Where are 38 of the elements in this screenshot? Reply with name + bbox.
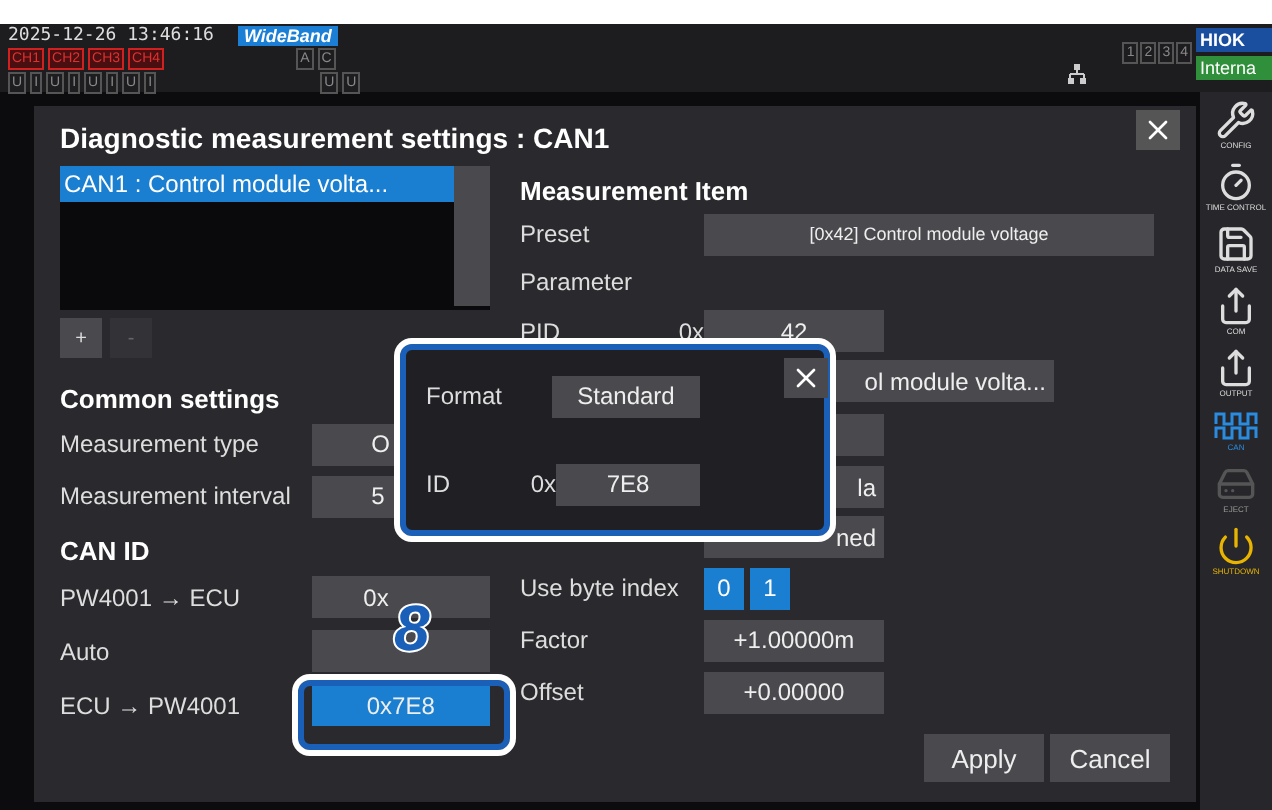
apply-button[interactable]: Apply — [924, 734, 1044, 782]
mode-label: WideBand — [237, 26, 338, 46]
preset-field[interactable]: [0x42] Control module voltage — [704, 213, 1154, 255]
field-label: Format — [426, 382, 505, 410]
source-label: Interna — [1196, 56, 1272, 80]
section-heading: Common settings — [60, 382, 280, 418]
network-icon — [1068, 64, 1087, 84]
close-button[interactable] — [1136, 110, 1180, 150]
field-label: ID — [426, 470, 452, 498]
field-label: Parameter — [520, 268, 635, 296]
section-heading: Measurement Item — [520, 174, 749, 210]
field-label: PW4001 → ECU — [60, 583, 243, 611]
section-heading: CAN ID — [60, 534, 150, 570]
id-field[interactable]: 7E8 — [556, 463, 700, 505]
format-field[interactable]: Standard — [552, 375, 700, 417]
field-label: Auto — [60, 637, 112, 665]
field-label: Measurement interval — [60, 482, 293, 510]
value-field[interactable]: +0.00000 — [704, 671, 884, 713]
scrollbar[interactable] — [454, 166, 490, 306]
byte-toggle[interactable]: 1 — [750, 567, 790, 609]
dialog-title: Diagnostic measurement settings : CAN1 — [60, 122, 610, 158]
wave-icon — [1214, 410, 1258, 442]
cancel-button[interactable]: Cancel — [1050, 734, 1170, 782]
add-button[interactable]: + — [60, 318, 102, 358]
field-label: Measurement type — [60, 430, 261, 458]
date-time: 2025-12-26 13:46:16 — [8, 26, 214, 46]
byte-toggle[interactable]: 0 — [704, 567, 744, 609]
value-field[interactable]: +1.00000m — [704, 619, 884, 661]
value-field[interactable]: 0x7E8 — [311, 684, 490, 726]
hex-prefix: 0x — [528, 470, 556, 498]
field-label: Preset — [520, 220, 592, 248]
close-button[interactable] — [784, 358, 828, 398]
brand-logo: HIOK — [1196, 28, 1272, 52]
field-label: Factor — [520, 626, 591, 654]
field-label: ECU → PW4001 — [60, 691, 243, 719]
field-label: Use byte index — [520, 574, 681, 602]
list-item[interactable]: CAN1 : Control module volta... — [60, 166, 454, 202]
field-label: Offset — [520, 678, 586, 706]
